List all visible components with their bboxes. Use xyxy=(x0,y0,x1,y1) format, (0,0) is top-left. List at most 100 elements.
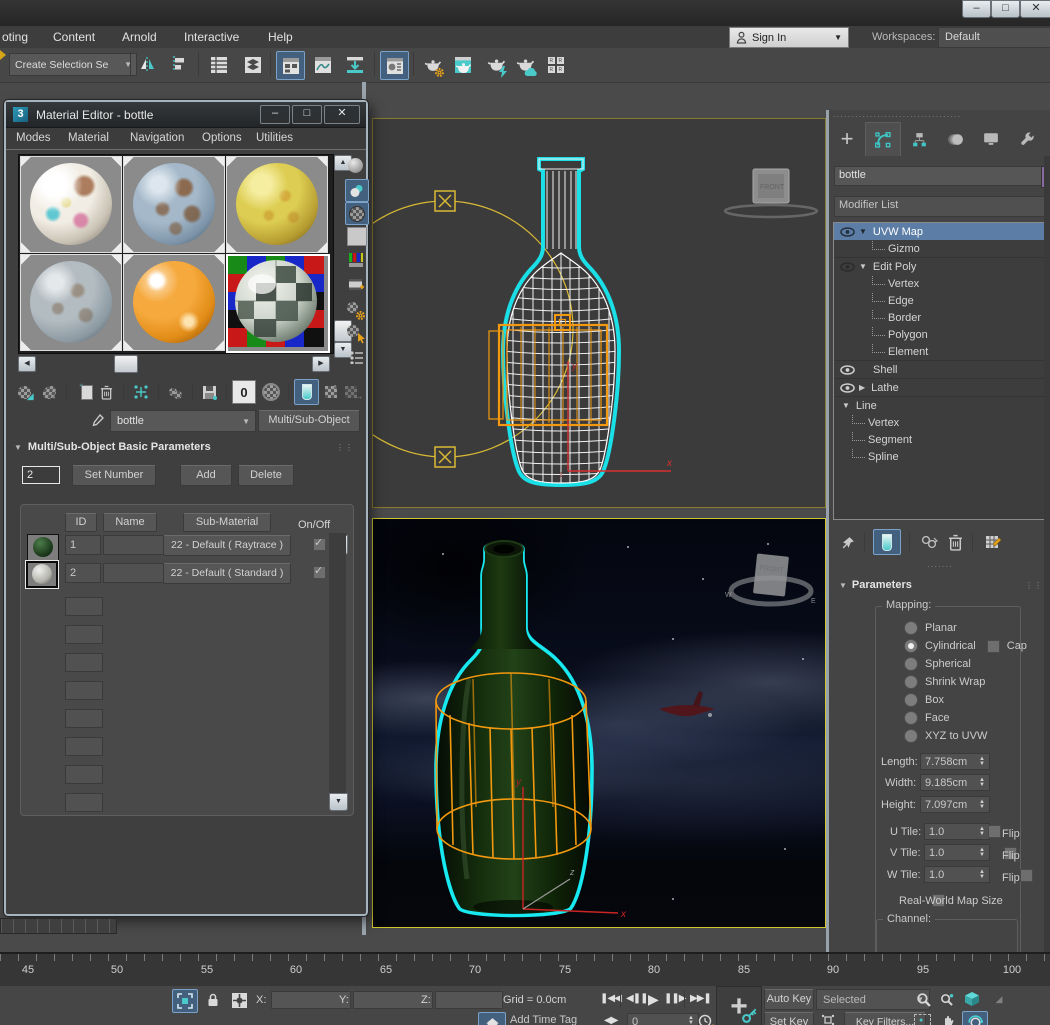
spinner-icon[interactable]: ▲▼ xyxy=(979,824,985,839)
go-to-end-button[interactable]: ▶▶❚ xyxy=(690,993,711,1004)
material-editor-close-button[interactable]: ✕ xyxy=(324,105,360,124)
stack-item-shell[interactable]: Shell xyxy=(834,360,1046,378)
material-editor-titlebar[interactable]: 3 Material Editor - bottle – □ ✕ xyxy=(6,102,366,128)
go-forward-to-sibling-icon[interactable]: → xyxy=(343,380,366,404)
mapping-option-planar[interactable]: Planar xyxy=(904,621,957,635)
spinner-icon[interactable]: ▲▼ xyxy=(979,867,985,882)
expand-arrow-icon[interactable]: ▼ xyxy=(859,262,867,271)
slots-hscroll-thumb[interactable] xyxy=(114,355,138,373)
scene-explorer-icon[interactable] xyxy=(206,52,232,78)
spinner-icon[interactable]: ▲▼ xyxy=(979,775,985,790)
previous-frame-button[interactable]: ◀❚❚ xyxy=(626,993,647,1004)
material-name-arrow-icon[interactable]: ▼ xyxy=(242,417,250,426)
layer-explorer-icon[interactable] xyxy=(240,52,266,78)
selection-lock-icon[interactable] xyxy=(203,991,223,1009)
delete-button[interactable]: Delete xyxy=(238,465,294,486)
menu-material[interactable]: Material xyxy=(68,132,109,144)
material-options-icon[interactable] xyxy=(346,301,366,321)
stack-item-line-vertex[interactable]: Vertex xyxy=(834,414,1046,431)
tab-create[interactable]: + xyxy=(829,122,865,156)
configure-modifier-sets-icon[interactable] xyxy=(982,531,1004,553)
parameters-rollout-header[interactable]: ▼ Parameters ⋮⋮ xyxy=(833,576,1047,594)
home-grid-button[interactable] xyxy=(478,1012,506,1025)
sample-uv-tiling-icon[interactable] xyxy=(347,227,367,246)
viewport-perspective[interactable]: y x z FRONT W E xyxy=(372,518,826,928)
stack-item-line-segment[interactable]: Segment xyxy=(834,431,1046,448)
material-map-navigator-icon[interactable] xyxy=(346,347,366,367)
viewcube-front-label[interactable]: FRONT xyxy=(760,184,785,191)
modifier-list-dropdown[interactable]: Modifier List xyxy=(834,196,1050,217)
table-scroll-down-button[interactable]: ▼ xyxy=(329,793,348,811)
material-count-field[interactable]: 2 xyxy=(22,466,60,484)
workspace-dropdown[interactable]: Default xyxy=(938,27,1050,48)
stack-item-uvw-map[interactable]: ▼ UVW Map xyxy=(834,223,1046,240)
height-field[interactable]: 7.097cm▲▼ xyxy=(920,796,990,813)
name-column-header[interactable]: Name xyxy=(103,513,157,532)
slots-scroll-right-button[interactable]: ▶ xyxy=(312,356,330,372)
menu-item-content[interactable]: Content xyxy=(53,30,95,44)
set-keys-button[interactable]: + xyxy=(716,986,762,1025)
visibility-eye-icon[interactable] xyxy=(840,227,855,237)
expand-arrow-icon[interactable]: ▼ xyxy=(859,227,867,236)
material-editor-icon[interactable] xyxy=(380,51,409,80)
radio-icon[interactable] xyxy=(904,639,918,653)
mapping-option-xyz-to-uvw[interactable]: XYZ to UVW xyxy=(904,729,987,743)
signin-dropdown-arrow-icon[interactable]: ▼ xyxy=(834,33,842,42)
ribbon-toggle-icon[interactable] xyxy=(276,51,305,80)
make-unique-icon[interactable] xyxy=(918,531,940,553)
material-slot-4[interactable] xyxy=(20,254,122,351)
selection-set-dropdown[interactable]: Create Selection Se ▼ xyxy=(9,53,137,76)
render-in-cloud-icon[interactable] xyxy=(512,52,538,78)
dope-sheet-icon[interactable] xyxy=(341,51,368,78)
menu-item-help[interactable]: Help xyxy=(268,30,293,44)
menu-modes[interactable]: Modes xyxy=(16,132,51,144)
radio-icon[interactable] xyxy=(904,693,918,707)
timeline-ruler[interactable]: 45 50 55 60 65 70 75 80 85 90 95 100 xyxy=(0,952,1050,988)
material-editor-maximize-button[interactable]: □ xyxy=(292,105,322,124)
sub-material-thumbnail-active[interactable] xyxy=(26,561,58,588)
backlight-icon[interactable] xyxy=(345,179,369,202)
table-scrollbar-track[interactable] xyxy=(329,533,346,809)
window-minimize-button[interactable]: – xyxy=(962,0,991,18)
material-slot-6-active[interactable] xyxy=(226,254,330,353)
sub-material-button[interactable]: 22 - Default ( Standard ) xyxy=(163,563,291,584)
stack-item-line[interactable]: ▼ Line xyxy=(834,396,1046,414)
make-material-copy-icon[interactable] xyxy=(129,380,152,404)
menu-item-arnold[interactable]: Arnold xyxy=(122,30,157,44)
sub-material-column-header[interactable]: Sub-Material xyxy=(183,513,271,532)
basic-parameters-rollout[interactable]: ▼ Multi/Sub-Object Basic Parameters ⋮⋮ xyxy=(10,438,362,456)
current-frame-field[interactable]: 0▲▼ xyxy=(627,1013,699,1025)
pin-stack-icon[interactable] xyxy=(841,535,856,550)
render-setup-icon[interactable] xyxy=(419,52,445,78)
stack-item-element[interactable]: Element xyxy=(834,343,1046,360)
mapping-option-box[interactable]: Box xyxy=(904,693,944,707)
sub-material-name-field[interactable] xyxy=(103,535,165,555)
spinner-icon[interactable]: ▲▼ xyxy=(979,797,985,812)
stack-item-gizmo[interactable]: Gizmo xyxy=(834,240,1046,257)
material-type-button[interactable]: Multi/Sub-Object xyxy=(258,410,360,432)
radio-icon[interactable] xyxy=(904,621,918,635)
stack-item-edit-poly[interactable]: ▼ Edit Poly xyxy=(834,257,1046,275)
expand-arrow-icon[interactable]: ▼ xyxy=(842,401,850,410)
region-zoom-icon[interactable]: ● xyxy=(914,1014,931,1025)
u-flip-checkbox[interactable] xyxy=(988,825,1001,838)
menu-options[interactable]: Options xyxy=(202,132,242,144)
pan-hand-icon[interactable] xyxy=(938,1012,958,1025)
visibility-eye-icon[interactable] xyxy=(840,383,855,393)
window-restore-button[interactable]: □ xyxy=(991,0,1020,18)
fov-icon[interactable]: ◢ xyxy=(988,989,1010,1009)
object-name-field[interactable]: bottle xyxy=(834,166,1044,186)
auto-key-button[interactable]: Auto Key xyxy=(764,989,814,1010)
pick-material-from-object-icon[interactable] xyxy=(88,410,108,430)
frame-step-icon[interactable]: ◀▶ xyxy=(604,1015,617,1025)
viewport-front[interactable]: x y z FRONT xyxy=(372,118,826,508)
panel-scrollbar[interactable] xyxy=(1044,156,1050,952)
zoom-extents-selected-icon[interactable] xyxy=(960,989,984,1009)
spinner-icon[interactable]: ▲▼ xyxy=(979,754,985,769)
tab-modify[interactable] xyxy=(865,122,901,156)
put-to-library-icon[interactable] xyxy=(198,380,221,404)
go-to-parent-icon[interactable]: ↑ xyxy=(319,380,342,404)
material-id-channel-icon[interactable]: 0 xyxy=(232,380,255,404)
mapping-option-cylindrical[interactable]: Cylindrical Cap xyxy=(904,639,1027,653)
time-configuration-icon[interactable]: ● xyxy=(694,1012,716,1025)
